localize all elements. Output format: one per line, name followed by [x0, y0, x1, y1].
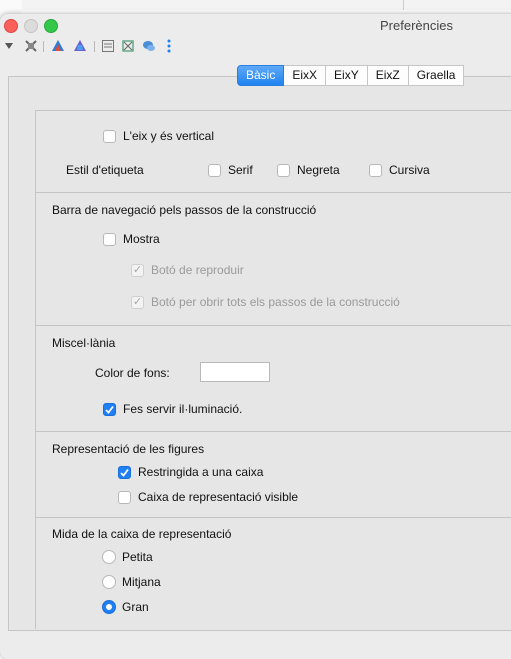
bold-label: Negreta — [297, 163, 340, 177]
close-window-button[interactable] — [4, 19, 18, 33]
use-lighting-label: Fes servir il·luminació. — [123, 402, 243, 416]
bold-checkbox[interactable] — [277, 164, 290, 177]
play-button-checkbox[interactable]: ✓ — [131, 264, 144, 277]
box-visible-checkbox[interactable] — [118, 491, 131, 504]
serif-checkbox[interactable] — [208, 164, 221, 177]
algebra-view-icon[interactable] — [101, 39, 115, 53]
tab-bar: Bàsic EixX EixY EixZ Graella — [237, 65, 465, 86]
section-divider — [36, 192, 511, 193]
y-axis-vertical-label: L'eix y és vertical — [123, 129, 214, 143]
size-large-label: Gran — [122, 600, 149, 614]
open-steps-label: Botó per obrir tots els passos de la con… — [151, 295, 400, 309]
play-button-label: Botó de reproduir — [151, 263, 244, 277]
tab-grid[interactable]: Graella — [408, 65, 465, 86]
figures-heading: Representació de les figures — [52, 442, 205, 456]
more-options-icon[interactable] — [162, 39, 176, 53]
open-steps-checkbox[interactable]: ✓ — [131, 296, 144, 309]
size-medium-radio[interactable] — [102, 575, 116, 589]
size-medium-label: Mitjana — [122, 575, 161, 589]
tab-basic[interactable]: Bàsic — [237, 65, 285, 86]
background-color-swatch[interactable] — [200, 362, 270, 382]
minimize-window-button[interactable] — [24, 19, 38, 33]
layers-icon[interactable] — [142, 39, 156, 53]
tab-x-axis[interactable]: EixX — [284, 65, 327, 86]
serif-label: Serif — [228, 163, 253, 177]
clip-to-box-checkbox[interactable] — [118, 466, 131, 479]
clip-to-box-label: Restringida a una caixa — [138, 465, 264, 479]
use-lighting-checkbox[interactable] — [103, 403, 116, 416]
label-style-label: Estil d'etiqueta — [66, 163, 144, 177]
background-color-label: Color de fons: — [95, 366, 170, 380]
zoom-window-button[interactable] — [44, 19, 58, 33]
background-strip — [0, 0, 511, 10]
graphics-3d-icon[interactable] — [51, 39, 65, 53]
navigation-bar-heading: Barra de navegació pels passos de la con… — [52, 203, 317, 217]
size-small-radio[interactable] — [102, 550, 116, 564]
construction-protocol-icon[interactable] — [121, 39, 135, 53]
toolbar-separator — [94, 41, 95, 52]
section-divider — [36, 325, 511, 326]
show-navbar-checkbox[interactable] — [103, 233, 116, 246]
box-size-heading: Mida de la caixa de representació — [52, 527, 232, 541]
box-visible-label: Caixa de representació visible — [138, 490, 299, 504]
graphics-view-icon[interactable] — [24, 39, 38, 53]
section-divider — [36, 431, 511, 432]
window-title: Preferències — [380, 18, 453, 33]
italic-label: Cursiva — [389, 163, 430, 177]
toolbar-separator — [43, 41, 44, 52]
tab-z-axis[interactable]: EixZ — [367, 65, 409, 86]
toolbar — [0, 37, 511, 57]
size-small-label: Petita — [122, 550, 153, 564]
background-divider — [403, 0, 404, 10]
show-navbar-label: Mostra — [123, 232, 160, 246]
titlebar: Preferències — [0, 14, 511, 36]
italic-checkbox[interactable] — [369, 164, 382, 177]
toolbar-menu-icon[interactable] — [2, 39, 16, 53]
tab-y-axis[interactable]: EixY — [326, 65, 368, 86]
graphics-3d-alt-icon[interactable] — [73, 39, 87, 53]
y-axis-vertical-checkbox[interactable] — [103, 130, 116, 143]
size-large-radio[interactable] — [102, 600, 116, 614]
section-divider — [36, 517, 511, 518]
misc-heading: Miscel·lània — [52, 336, 116, 350]
